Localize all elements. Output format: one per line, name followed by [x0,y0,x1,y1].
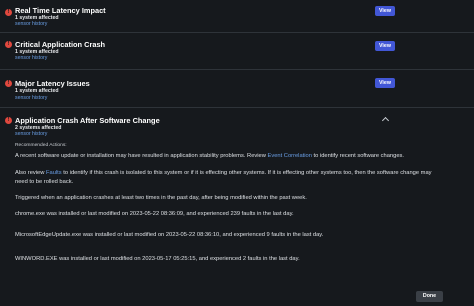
fault-detail-line: chrome.exe was installed or last modifie… [15,211,294,217]
view-button[interactable]: View [375,6,395,16]
done-button[interactable]: Done [416,291,443,302]
sensor-history-link[interactable]: sensor history [15,55,47,61]
fault-detail-line: WINWORD.EXE was installed or last modifi… [15,256,300,262]
faults-link[interactable]: Faults [46,170,62,176]
issue-row: ! Critical Application Crash 1 system af… [0,33,474,70]
detail-text: Also review [15,170,46,176]
error-icon: ! [5,9,12,16]
detail-paragraph: Also review Faults to identify if this c… [15,170,468,176]
view-button[interactable]: View [375,78,395,88]
recommended-actions-label: Recommended Actions: [15,143,67,148]
detail-text: A recent software update or installation… [15,153,268,159]
issue-row: ! Major Latency Issues 1 system affected… [0,70,474,108]
detail-text: to identify if this crash is isolated to… [61,170,432,176]
event-correlation-link[interactable]: Event Correlation [268,153,312,159]
view-button[interactable]: View [375,41,395,51]
issue-title: Real Time Latency Impact [15,6,106,15]
error-icon: ! [5,117,12,124]
sensor-history-link[interactable]: sensor history [15,131,47,137]
detail-paragraph: A recent software update or installation… [15,153,468,159]
chevron-up-icon[interactable] [381,116,390,125]
issue-title: Critical Application Crash [15,40,106,49]
fault-detail-line: MicrosoftEdgeUpdate.exe was installed or… [15,232,324,238]
sensor-history-link[interactable]: sensor history [15,95,47,101]
error-icon: ! [5,41,12,48]
issue-title: Major Latency Issues [15,79,90,88]
issue-title: Application Crash After Software Change [15,116,160,125]
sensor-history-link[interactable]: sensor history [15,21,47,27]
detail-text: to identify recent software changes. [311,153,404,159]
detail-text: need to be rolled back. [15,179,74,185]
affected-count: 1 system affected [15,88,59,94]
error-icon: ! [5,80,12,87]
trigger-description: Triggered when an application crashes at… [15,195,307,201]
issue-row: ! Real Time Latency Impact 1 system affe… [0,0,474,33]
